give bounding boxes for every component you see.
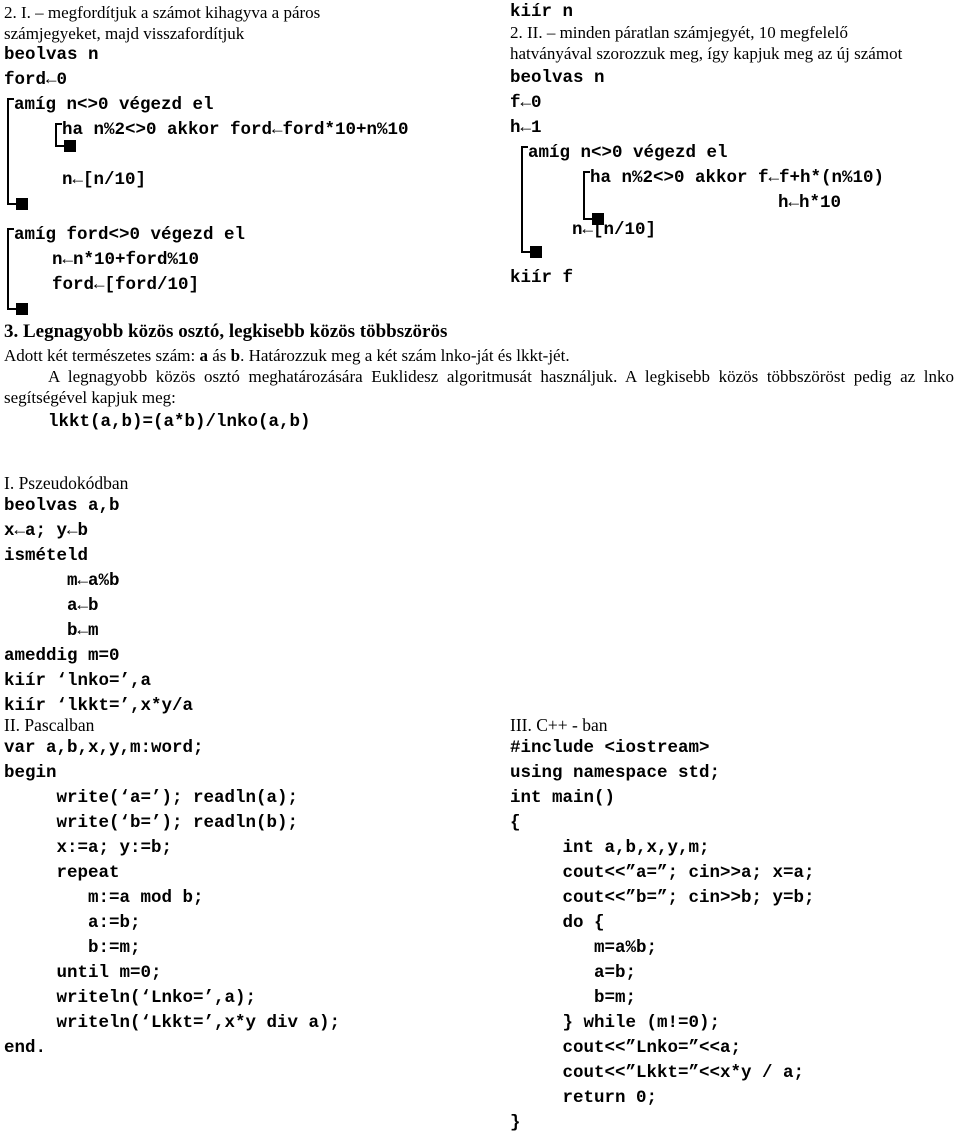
part-1-pseudocode: I. Pszeudokódban beolvas a,b x←a; y←b is…	[4, 472, 474, 719]
loop2-end-marker-square	[16, 303, 28, 315]
part-2-line-7: a:=b;	[4, 913, 141, 933]
part-2-line-8: b:=m;	[4, 938, 141, 958]
part-3-line-6: cout<<”b=”; cin>>b; y=b;	[510, 888, 815, 908]
part-1-line-5: b←m	[4, 621, 99, 641]
part-2-line-2: write(‘a=’); readln(a);	[4, 788, 299, 808]
part-2-line-4: x:=a; y:=b;	[4, 838, 173, 858]
task-2-II-pseudocode: beolvas n f←0 h←1 amíg n<>0 végezd el ha…	[510, 66, 958, 296]
part-2-pascal: II. Pascalban var a,b,x,y,m:word; begin …	[4, 714, 474, 1061]
loop3-bracket-stem	[521, 146, 523, 253]
code-line-h-init: h←1	[510, 118, 542, 138]
code-line-if-n-odd-2: ha n%2<>0 akkor f←f+h*(n%10)	[590, 168, 885, 188]
part-1-label: I. Pszeudokódban	[4, 473, 129, 493]
part-3-cpp: III. C++ - ban #include <iostream> using…	[510, 714, 960, 1136]
section-3-intro: Adott két természetes szám: a ás b. Hatá…	[4, 345, 954, 366]
part-3-line-5: cout<<”a=”; cin>>a; x=a;	[510, 863, 815, 883]
code-line-n-div10: n←[n/10]	[62, 170, 147, 190]
code-line-ford-init: ford←0	[4, 70, 68, 90]
if2-bracket-stem	[583, 171, 585, 220]
code-line-f-init: f←0	[510, 93, 542, 113]
task-2-I-heading: 2. I. – megfordítjuk a számot kihagyva a…	[4, 2, 478, 44]
part-3-line-1: using namespace std;	[510, 763, 721, 783]
code-line-n-accum: n←n*10+ford%10	[52, 250, 200, 270]
task-2-I-pseudocode: beolvas n ford←0 amíg n<>0 végezd el ha …	[4, 43, 478, 315]
part-3-line-9: a=b;	[510, 963, 637, 983]
task-2-II-heading-line2: hatványával szorozzuk meg, így kapjuk me…	[510, 44, 903, 63]
code-line-beolvas-n-2: beolvas n	[510, 68, 605, 88]
part-2-line-6: m:=a mod b;	[4, 888, 204, 908]
part-3-line-0: #include <iostream>	[510, 738, 710, 758]
part-2-line-1: begin	[4, 763, 57, 783]
part-3-line-14: return 0;	[510, 1088, 658, 1108]
task-2-II-heading-line1: 2. II. – minden páratlan számjegyét, 10 …	[510, 23, 848, 42]
part-1-line-7: kiír ‘lnko=’,a	[4, 671, 152, 691]
part-2-line-10: writeln(‘Lnko=’,a);	[4, 988, 257, 1008]
section-3-title: 3. Legnagyobb közös osztó, legkisebb köz…	[4, 321, 448, 342]
left-column: 2. I. – megfordítjuk a számot kihagyva a…	[4, 0, 478, 315]
loop1-end-marker-square	[16, 198, 28, 210]
section-3-intro-mid: ás	[207, 346, 231, 365]
part-2-line-5: repeat	[4, 863, 120, 883]
code-line-ford-div10: ford←[ford/10]	[52, 275, 200, 295]
part-1-line-4: a←b	[4, 596, 99, 616]
part-3-line-3: {	[510, 813, 521, 833]
part-2-line-11: writeln(‘Lkkt=’,x*y div a);	[4, 1013, 341, 1033]
part-3-line-13: cout<<”Lkkt=”<<x*y / a;	[510, 1063, 805, 1083]
part-2-line-9: until m=0;	[4, 963, 162, 983]
part-3-label: III. C++ - ban	[510, 715, 608, 735]
part-2-line-3: write(‘b=’); readln(b);	[4, 813, 299, 833]
part-1-line-2: ismételd	[4, 546, 89, 566]
loop2-bracket-stem	[7, 228, 9, 310]
part-3-line-7: do {	[510, 913, 605, 933]
var-b: b	[230, 346, 241, 365]
part-3-line-10: b=m;	[510, 988, 637, 1008]
code-line-while-n-2: amíg n<>0 végezd el	[528, 143, 728, 163]
part-3-line-2: int main()	[510, 788, 616, 808]
section-3-formula: lkkt(a,b)=(a*b)/lnko(a,b)	[48, 412, 311, 432]
part-3-line-8: m=a%b;	[510, 938, 658, 958]
part-3-line-12: cout<<”Lnko=”<<a;	[510, 1038, 742, 1058]
task-2-I-heading-line1: 2. I. – megfordítjuk a számot kihagyva a…	[4, 3, 321, 22]
part-1-line-6: ameddig m=0	[4, 646, 120, 666]
part-1-line-3: m←a%b	[4, 571, 120, 591]
section-3-intro-prefix: Adott két természetes szám:	[4, 346, 200, 365]
code-line-while-n: amíg n<>0 végezd el	[14, 95, 214, 115]
if1-bracket-stem	[55, 123, 57, 147]
part-2-label: II. Pascalban	[4, 715, 95, 735]
task-2-I-heading-line2: számjegyeket, majd visszafordítjuk	[4, 24, 245, 43]
section-3: 3. Legnagyobb közös osztó, legkisebb köz…	[4, 320, 954, 435]
code-line-beolvas-n: beolvas n	[4, 45, 99, 65]
loop3-end-marker-square	[530, 246, 542, 258]
part-1-line-1: x←a; y←b	[4, 521, 89, 541]
part-1-line-0: beolvas a,b	[4, 496, 120, 516]
part-2-line-12: end.	[4, 1038, 47, 1058]
section-3-paragraph: A legnagyobb közös osztó meghatározására…	[4, 367, 954, 407]
code-line-while-ford: amíg ford<>0 végezd el	[14, 225, 246, 245]
var-a: a	[199, 346, 208, 365]
code-line-n-div10-2: n←[n/10]	[572, 220, 657, 240]
part-3-line-15: }	[510, 1113, 521, 1133]
document-page: 2. I. – megfordítjuk a számot kihagyva a…	[0, 0, 960, 1133]
part-3-line-11: } while (m!=0);	[510, 1013, 721, 1033]
code-line-kiir-f: kiír f	[510, 268, 574, 288]
part-2-line-0: var a,b,x,y,m:word;	[4, 738, 204, 758]
right-column: kiír n 2. II. – minden páratlan számjegy…	[496, 0, 958, 288]
loop1-bracket-stem	[7, 98, 9, 205]
part-3-line-4: int a,b,x,y,m;	[510, 838, 710, 858]
task-2-II-heading: 2. II. – minden páratlan számjegyét, 10 …	[510, 22, 958, 64]
section-3-intro-suffix: . Határozzuk meg a két szám lnko-ját és …	[240, 346, 570, 365]
code-line-h-mul10: h←h*10	[778, 193, 842, 213]
code-line-if-n-odd: ha n%2<>0 akkor ford←ford*10+n%10	[62, 120, 409, 140]
